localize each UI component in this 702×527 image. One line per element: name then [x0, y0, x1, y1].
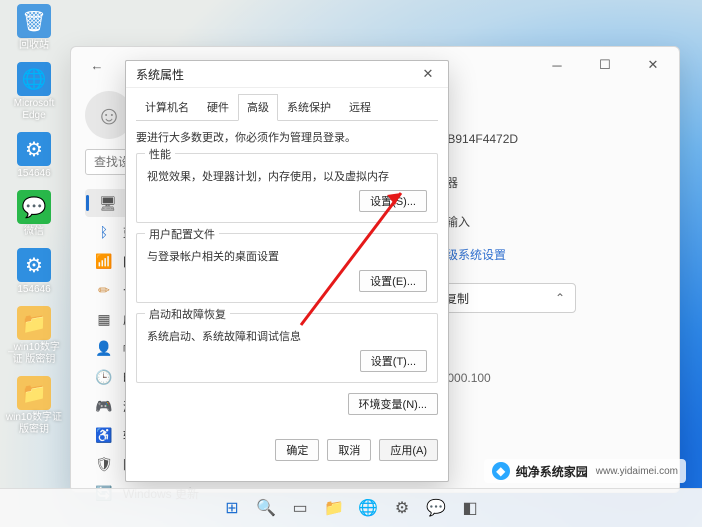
system-icon: 🖥: [99, 194, 117, 212]
gaming-icon: 🎮: [95, 397, 113, 415]
sysprops-button-row: 确定 取消 应用(A): [126, 433, 448, 471]
touch-row: 控输入: [434, 213, 659, 230]
taskbar: ⊞ 🔍 ▭ 📁 🌐 ⚙ 💬 ◧: [0, 488, 702, 527]
copy-button[interactable]: 复制 ⌃: [434, 283, 576, 313]
ok-button[interactable]: 确定: [275, 439, 319, 461]
taskbar-edge[interactable]: 🌐: [356, 496, 380, 520]
sysprops-titlebar: 系统属性 ✕: [126, 61, 448, 88]
desktop-icon-edge[interactable]: 🌐Microsoft Edge: [4, 62, 64, 122]
tab-3[interactable]: 系统保护: [278, 94, 340, 121]
device-id: 26B914F4472D: [434, 132, 659, 146]
advanced-system-settings-link[interactable]: 高级系统设置: [434, 246, 659, 263]
desktop-icon-label: 微信: [24, 226, 44, 238]
startup-desc: 系统启动、系统故障和调试信息: [147, 328, 427, 344]
privacy-icon: 🛡: [95, 455, 113, 473]
taskbar-start[interactable]: ⊞: [220, 496, 244, 520]
recycle-bin-icon: 🗑: [17, 4, 51, 38]
time-icon: 🕒: [95, 368, 113, 386]
taskbar-search[interactable]: 🔍: [254, 496, 278, 520]
wechat-icon: 💬: [17, 190, 51, 224]
processor-row: 理器: [434, 174, 659, 191]
watermark-brand: 纯净系统家园: [516, 463, 588, 480]
desktop-icon-label: win10数字证 版密钥: [4, 412, 64, 436]
tab-0[interactable]: 计算机名: [136, 94, 198, 121]
desktop-icon-label: 154646: [17, 168, 50, 180]
accessibility-icon: ♿: [95, 426, 113, 444]
taskbar-explorer[interactable]: 📁: [322, 496, 346, 520]
startup-group: 启动和故障恢复 系统启动、系统故障和调试信息 设置(T)...: [136, 313, 438, 383]
bluetooth-icon: ᛒ: [95, 223, 113, 241]
performance-legend: 性能: [145, 146, 175, 162]
user-profile-settings-button[interactable]: 设置(E)...: [359, 270, 427, 292]
sysprops-title: 系统属性: [136, 66, 184, 83]
performance-desc: 视觉效果，处理器计划，内存使用，以及虚拟内存: [147, 168, 427, 184]
maximize-button[interactable]: ☐: [585, 51, 625, 79]
tab-1[interactable]: 硬件: [198, 94, 238, 121]
close-sysprops-button[interactable]: ✕: [414, 63, 442, 85]
taskbar-app[interactable]: ◧: [458, 496, 482, 520]
app2-icon: ⚙: [17, 248, 51, 282]
apps-icon: ▦: [95, 310, 113, 328]
cancel-button[interactable]: 取消: [327, 439, 371, 461]
sysprops-tabs: 计算机名硬件高级系统保护远程: [136, 94, 438, 121]
desktop-icon-label: 回收站: [19, 40, 49, 52]
env-vars-button[interactable]: 环境变量(N)...: [348, 393, 438, 415]
desktop-icon-folder2[interactable]: 📁win10数字证 版密钥: [4, 376, 64, 436]
selection-bar: [86, 195, 89, 211]
user-profile-legend: 用户配置文件: [145, 226, 219, 242]
close-settings-button[interactable]: ✕: [633, 51, 673, 79]
desktop-icon-app1[interactable]: ⚙ 154646: [17, 132, 51, 180]
desktop-icon-label: Microsoft Edge: [4, 98, 64, 122]
watermark-url: www.yidaimei.com: [596, 466, 678, 477]
user-profile-group: 用户配置文件 与登录帐户相关的桌面设置 设置(E)...: [136, 233, 438, 303]
desktop-icon-label: 154646: [17, 284, 50, 296]
desktop-icons: 🗑回收站🌐Microsoft Edge⚙154646💬微信⚙154646📁_wi…: [4, 4, 64, 436]
performance-settings-button[interactable]: 设置(S)...: [359, 190, 427, 212]
startup-settings-button[interactable]: 设置(T)...: [360, 350, 427, 372]
personalize-icon: ✏: [95, 281, 113, 299]
tab-2[interactable]: 高级: [238, 94, 278, 121]
desktop-icon-recycle-bin[interactable]: 🗑 回收站: [17, 4, 51, 52]
desktop-icon-wechat[interactable]: 💬 微信: [17, 190, 51, 238]
network-icon: 📶: [95, 252, 113, 270]
chevron-up-icon: ⌃: [555, 291, 565, 305]
watermark: ◆ 纯净系统家园 www.yidaimei.com: [484, 459, 686, 483]
taskbar-wechat[interactable]: 💬: [424, 496, 448, 520]
accounts-icon: 👤: [95, 339, 113, 357]
desktop-icon-folder1[interactable]: 📁_win10数字证 版密钥: [4, 306, 64, 366]
folder1-icon: 📁: [17, 306, 51, 340]
back-button[interactable]: ←: [77, 51, 117, 79]
user-profile-desc: 与登录帐户相关的桌面设置: [147, 248, 427, 264]
desktop-icon-label: _win10数字证 版密钥: [4, 342, 64, 366]
apply-button[interactable]: 应用(A): [379, 439, 438, 461]
build-number: 22000.100: [434, 371, 659, 385]
admin-note: 要进行大多数更改，你必须作为管理员登录。: [136, 129, 438, 145]
system-properties-dialog: 系统属性 ✕ 计算机名硬件高级系统保护远程 要进行大多数更改，你必须作为管理员登…: [125, 60, 449, 482]
minimize-button[interactable]: ─: [537, 51, 577, 79]
app1-icon: ⚙: [17, 132, 51, 166]
startup-legend: 启动和故障恢复: [145, 306, 230, 322]
taskbar-taskview[interactable]: ▭: [288, 496, 312, 520]
watermark-logo-icon: ◆: [492, 462, 510, 480]
edge-icon: 🌐: [17, 62, 51, 96]
taskbar-settings[interactable]: ⚙: [390, 496, 414, 520]
folder2-icon: 📁: [17, 376, 51, 410]
tab-4[interactable]: 远程: [340, 94, 380, 121]
performance-group: 性能 视觉效果，处理器计划，内存使用，以及虚拟内存 设置(S)...: [136, 153, 438, 223]
desktop-icon-app2[interactable]: ⚙ 154646: [17, 248, 51, 296]
